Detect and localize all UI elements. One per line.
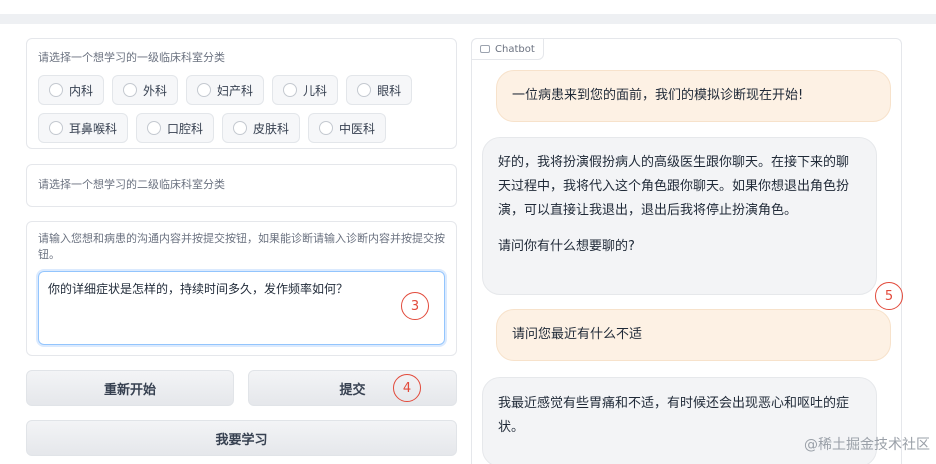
dept-level2-dropdown[interactable]: 请选择一个想学习的二级临床科室分类 [26,164,457,207]
chatbot-tag-label: Chatbot [495,43,535,55]
radio-option-dermatology[interactable]: 皮肤科 [222,113,301,143]
radio-circle-icon[interactable] [49,121,63,135]
radio-option-stomatology[interactable]: 口腔科 [136,113,215,143]
radio-option-obgyn[interactable]: 妇产科 [186,75,265,105]
radio-circle-icon[interactable] [233,121,248,135]
dept-level1-label: 请选择一个想学习的一级临床科室分类 [38,51,225,64]
radio-circle-icon[interactable] [357,83,372,97]
radio-option-label: 眼科 [377,83,402,98]
radio-option-label: 外科 [143,83,168,98]
learn-button[interactable]: 我要学习 [26,420,457,456]
radio-circle-icon[interactable] [319,121,334,135]
annotation-marker-5: 5 [875,282,903,310]
message-text: 一位病患来到您的面前，我们的模拟诊断现在开始! [512,88,804,103]
message-text: 好的，我将扮演假扮病人的高级医生跟你聊天。在接下来的聊天过程中，我将代入这个角色… [498,155,850,218]
message-input-panel: 请输入您想和病患的沟通内容并按提交按钮，如果能诊断请输入诊断内容并按提交按钮。 … [26,221,457,356]
restart-button[interactable]: 重新开始 [26,370,234,406]
radio-option-tcm[interactable]: 中医科 [308,113,387,143]
radio-circle-icon[interactable] [123,83,138,97]
bot-message: 好的，我将扮演假扮病人的高级医生跟你聊天。在接下来的聊天过程中，我将代入这个角色… [482,137,877,295]
chatbot-tag: Chatbot [471,38,544,60]
annotation-marker-4: 4 [393,374,421,402]
radio-circle-icon[interactable] [49,83,63,97]
annotation-marker-3: 3 [401,292,429,320]
radio-option-label: 皮肤科 [253,121,290,136]
radio-option-surgery[interactable]: 外科 [112,75,179,105]
chat-icon [480,45,490,53]
message-text: 请问您最近有什么不适 [512,327,643,342]
user-message: 请问您最近有什么不适 [496,309,891,361]
radio-option-label: 内科 [69,83,94,98]
radio-circle-icon[interactable] [147,121,162,135]
watermark: @稀土掘金技术社区 [804,437,930,453]
radio-circle-icon[interactable] [197,83,212,97]
submit-button[interactable]: 提交 [248,370,457,406]
radio-option-label: 口腔科 [167,121,204,136]
message-text: 请问你有什么想要聊的? [498,239,635,254]
radio-option-pediatrics[interactable]: 儿科 [272,75,339,105]
radio-row: 内科 外科 妇产科 儿科 眼科 [38,75,445,105]
dept-level2-placeholder: 请选择一个想学习的二级临床科室分类 [38,178,225,191]
dept-level1-group: 请选择一个想学习的一级临床科室分类 内科 外科 妇产科 儿科 眼科 耳鼻喉科 口… [26,38,457,149]
radio-option-internal[interactable]: 内科 [38,75,105,105]
top-bar [0,14,936,24]
message-input-label: 请输入您想和病患的沟通内容并按提交按钮，如果能诊断请输入诊断内容并按提交按钮。 [38,232,445,261]
message-textarea[interactable]: 你的详细症状是怎样的，持续时间多久，发作频率如何？ [38,271,445,345]
message-text: 我最近感觉有些胃痛和不适，有时候还会出现恶心和呕吐的症状。 [498,396,850,435]
radio-circle-icon[interactable] [283,83,298,97]
radio-option-label: 耳鼻喉科 [69,121,118,136]
radio-option-label: 妇产科 [217,83,254,98]
radio-option-ophthalmology[interactable]: 眼科 [346,75,413,105]
radio-option-label: 中医科 [339,121,376,136]
radio-option-label: 儿科 [303,83,328,98]
radio-option-ent[interactable]: 耳鼻喉科 [38,113,129,143]
user-message: 一位病患来到您的面前，我们的模拟诊断现在开始! [496,70,891,122]
radio-row: 耳鼻喉科 口腔科 皮肤科 中医科 [38,113,445,143]
